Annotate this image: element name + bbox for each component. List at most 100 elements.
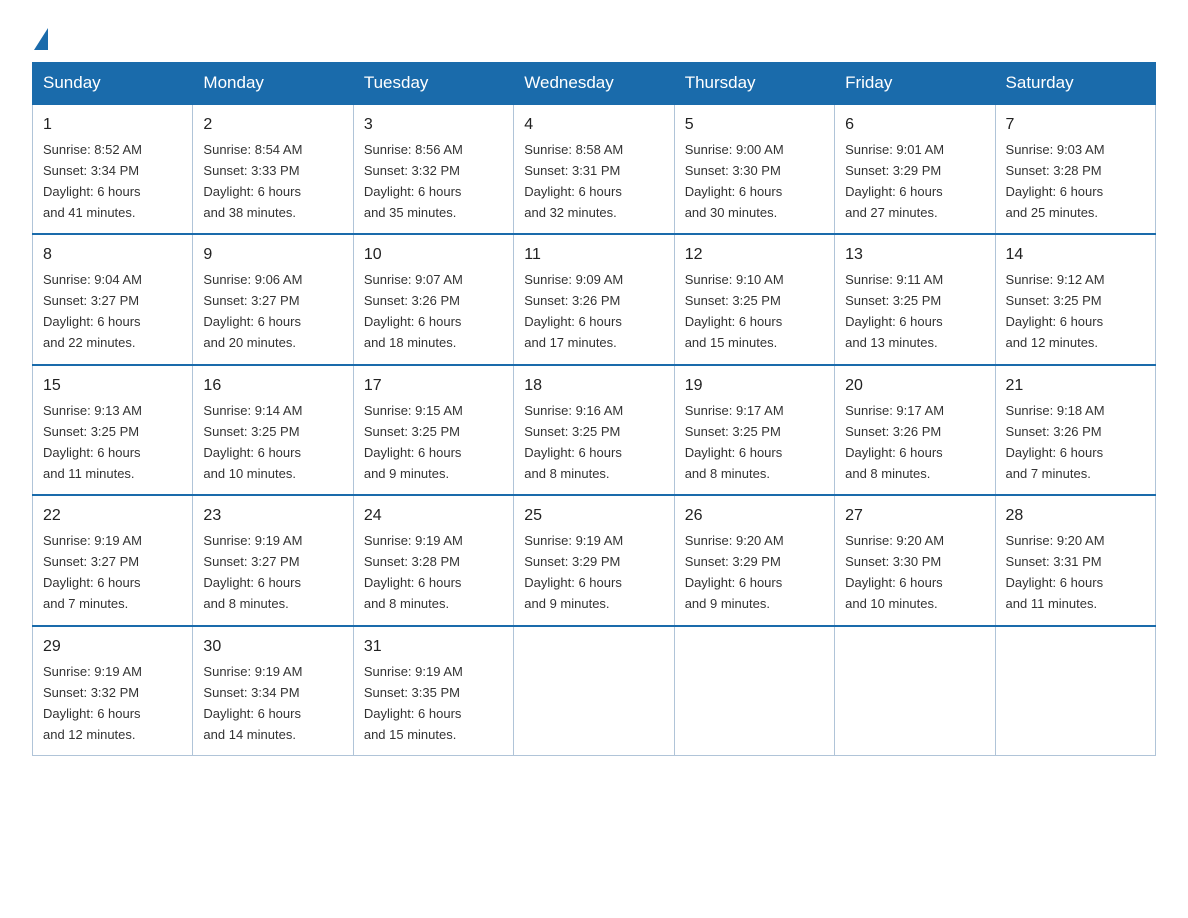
- day-info: Sunrise: 9:01 AMSunset: 3:29 PMDaylight:…: [845, 142, 944, 220]
- calendar-day-cell: 18 Sunrise: 9:16 AMSunset: 3:25 PMDaylig…: [514, 365, 674, 495]
- calendar-day-cell: 11 Sunrise: 9:09 AMSunset: 3:26 PMDaylig…: [514, 234, 674, 364]
- calendar-day-cell: [514, 626, 674, 756]
- day-info: Sunrise: 9:00 AMSunset: 3:30 PMDaylight:…: [685, 142, 784, 220]
- day-of-week-header: Tuesday: [353, 63, 513, 105]
- calendar-day-cell: 28 Sunrise: 9:20 AMSunset: 3:31 PMDaylig…: [995, 495, 1155, 625]
- day-number: 4: [524, 113, 663, 138]
- day-number: 27: [845, 504, 984, 529]
- calendar-day-cell: 4 Sunrise: 8:58 AMSunset: 3:31 PMDayligh…: [514, 104, 674, 234]
- day-number: 28: [1006, 504, 1145, 529]
- day-number: 7: [1006, 113, 1145, 138]
- calendar-day-cell: 10 Sunrise: 9:07 AMSunset: 3:26 PMDaylig…: [353, 234, 513, 364]
- day-of-week-header: Friday: [835, 63, 995, 105]
- day-number: 25: [524, 504, 663, 529]
- day-info: Sunrise: 8:58 AMSunset: 3:31 PMDaylight:…: [524, 142, 623, 220]
- day-of-week-header: Thursday: [674, 63, 834, 105]
- day-info: Sunrise: 9:13 AMSunset: 3:25 PMDaylight:…: [43, 403, 142, 481]
- calendar-day-cell: 31 Sunrise: 9:19 AMSunset: 3:35 PMDaylig…: [353, 626, 513, 756]
- day-number: 10: [364, 243, 503, 268]
- day-info: Sunrise: 9:19 AMSunset: 3:34 PMDaylight:…: [203, 664, 302, 742]
- day-info: Sunrise: 9:16 AMSunset: 3:25 PMDaylight:…: [524, 403, 623, 481]
- calendar-day-cell: 29 Sunrise: 9:19 AMSunset: 3:32 PMDaylig…: [33, 626, 193, 756]
- calendar-week-row: 8 Sunrise: 9:04 AMSunset: 3:27 PMDayligh…: [33, 234, 1156, 364]
- calendar-day-cell: 16 Sunrise: 9:14 AMSunset: 3:25 PMDaylig…: [193, 365, 353, 495]
- calendar-header-row: SundayMondayTuesdayWednesdayThursdayFrid…: [33, 63, 1156, 105]
- calendar-day-cell: 27 Sunrise: 9:20 AMSunset: 3:30 PMDaylig…: [835, 495, 995, 625]
- calendar-day-cell: 5 Sunrise: 9:00 AMSunset: 3:30 PMDayligh…: [674, 104, 834, 234]
- calendar-day-cell: 23 Sunrise: 9:19 AMSunset: 3:27 PMDaylig…: [193, 495, 353, 625]
- day-of-week-header: Sunday: [33, 63, 193, 105]
- calendar-day-cell: 24 Sunrise: 9:19 AMSunset: 3:28 PMDaylig…: [353, 495, 513, 625]
- day-number: 26: [685, 504, 824, 529]
- calendar-day-cell: 13 Sunrise: 9:11 AMSunset: 3:25 PMDaylig…: [835, 234, 995, 364]
- day-info: Sunrise: 8:56 AMSunset: 3:32 PMDaylight:…: [364, 142, 463, 220]
- calendar-table: SundayMondayTuesdayWednesdayThursdayFrid…: [32, 62, 1156, 756]
- day-number: 13: [845, 243, 984, 268]
- day-info: Sunrise: 9:19 AMSunset: 3:35 PMDaylight:…: [364, 664, 463, 742]
- calendar-day-cell: 1 Sunrise: 8:52 AMSunset: 3:34 PMDayligh…: [33, 104, 193, 234]
- day-number: 17: [364, 374, 503, 399]
- day-info: Sunrise: 9:18 AMSunset: 3:26 PMDaylight:…: [1006, 403, 1105, 481]
- day-info: Sunrise: 9:17 AMSunset: 3:25 PMDaylight:…: [685, 403, 784, 481]
- calendar-day-cell: 6 Sunrise: 9:01 AMSunset: 3:29 PMDayligh…: [835, 104, 995, 234]
- day-number: 24: [364, 504, 503, 529]
- day-info: Sunrise: 9:07 AMSunset: 3:26 PMDaylight:…: [364, 272, 463, 350]
- calendar-day-cell: 14 Sunrise: 9:12 AMSunset: 3:25 PMDaylig…: [995, 234, 1155, 364]
- day-info: Sunrise: 9:10 AMSunset: 3:25 PMDaylight:…: [685, 272, 784, 350]
- calendar-day-cell: 12 Sunrise: 9:10 AMSunset: 3:25 PMDaylig…: [674, 234, 834, 364]
- calendar-week-row: 1 Sunrise: 8:52 AMSunset: 3:34 PMDayligh…: [33, 104, 1156, 234]
- day-number: 29: [43, 635, 182, 660]
- day-info: Sunrise: 9:17 AMSunset: 3:26 PMDaylight:…: [845, 403, 944, 481]
- day-number: 9: [203, 243, 342, 268]
- calendar-day-cell: 15 Sunrise: 9:13 AMSunset: 3:25 PMDaylig…: [33, 365, 193, 495]
- calendar-day-cell: 2 Sunrise: 8:54 AMSunset: 3:33 PMDayligh…: [193, 104, 353, 234]
- day-number: 6: [845, 113, 984, 138]
- day-info: Sunrise: 9:19 AMSunset: 3:32 PMDaylight:…: [43, 664, 142, 742]
- calendar-day-cell: [995, 626, 1155, 756]
- calendar-day-cell: 19 Sunrise: 9:17 AMSunset: 3:25 PMDaylig…: [674, 365, 834, 495]
- day-number: 18: [524, 374, 663, 399]
- day-number: 11: [524, 243, 663, 268]
- page-header: [32, 24, 1156, 44]
- day-info: Sunrise: 9:19 AMSunset: 3:29 PMDaylight:…: [524, 533, 623, 611]
- calendar-week-row: 22 Sunrise: 9:19 AMSunset: 3:27 PMDaylig…: [33, 495, 1156, 625]
- day-of-week-header: Saturday: [995, 63, 1155, 105]
- calendar-day-cell: 8 Sunrise: 9:04 AMSunset: 3:27 PMDayligh…: [33, 234, 193, 364]
- logo: [32, 24, 70, 44]
- calendar-day-cell: 26 Sunrise: 9:20 AMSunset: 3:29 PMDaylig…: [674, 495, 834, 625]
- day-info: Sunrise: 9:19 AMSunset: 3:27 PMDaylight:…: [43, 533, 142, 611]
- calendar-day-cell: [674, 626, 834, 756]
- day-number: 31: [364, 635, 503, 660]
- day-number: 30: [203, 635, 342, 660]
- day-info: Sunrise: 9:06 AMSunset: 3:27 PMDaylight:…: [203, 272, 302, 350]
- day-info: Sunrise: 9:03 AMSunset: 3:28 PMDaylight:…: [1006, 142, 1105, 220]
- day-number: 16: [203, 374, 342, 399]
- day-number: 2: [203, 113, 342, 138]
- calendar-day-cell: 21 Sunrise: 9:18 AMSunset: 3:26 PMDaylig…: [995, 365, 1155, 495]
- day-info: Sunrise: 9:15 AMSunset: 3:25 PMDaylight:…: [364, 403, 463, 481]
- day-number: 15: [43, 374, 182, 399]
- calendar-week-row: 29 Sunrise: 9:19 AMSunset: 3:32 PMDaylig…: [33, 626, 1156, 756]
- day-number: 1: [43, 113, 182, 138]
- day-number: 22: [43, 504, 182, 529]
- day-info: Sunrise: 9:20 AMSunset: 3:29 PMDaylight:…: [685, 533, 784, 611]
- calendar-day-cell: 22 Sunrise: 9:19 AMSunset: 3:27 PMDaylig…: [33, 495, 193, 625]
- day-number: 19: [685, 374, 824, 399]
- day-number: 8: [43, 243, 182, 268]
- day-of-week-header: Wednesday: [514, 63, 674, 105]
- calendar-week-row: 15 Sunrise: 9:13 AMSunset: 3:25 PMDaylig…: [33, 365, 1156, 495]
- day-number: 3: [364, 113, 503, 138]
- day-number: 14: [1006, 243, 1145, 268]
- calendar-day-cell: 17 Sunrise: 9:15 AMSunset: 3:25 PMDaylig…: [353, 365, 513, 495]
- logo-triangle-icon: [34, 28, 48, 50]
- day-info: Sunrise: 8:54 AMSunset: 3:33 PMDaylight:…: [203, 142, 302, 220]
- day-info: Sunrise: 9:04 AMSunset: 3:27 PMDaylight:…: [43, 272, 142, 350]
- day-number: 23: [203, 504, 342, 529]
- calendar-day-cell: 7 Sunrise: 9:03 AMSunset: 3:28 PMDayligh…: [995, 104, 1155, 234]
- day-info: Sunrise: 9:19 AMSunset: 3:28 PMDaylight:…: [364, 533, 463, 611]
- calendar-day-cell: 30 Sunrise: 9:19 AMSunset: 3:34 PMDaylig…: [193, 626, 353, 756]
- calendar-day-cell: 9 Sunrise: 9:06 AMSunset: 3:27 PMDayligh…: [193, 234, 353, 364]
- day-info: Sunrise: 9:14 AMSunset: 3:25 PMDaylight:…: [203, 403, 302, 481]
- day-number: 5: [685, 113, 824, 138]
- day-info: Sunrise: 9:20 AMSunset: 3:31 PMDaylight:…: [1006, 533, 1105, 611]
